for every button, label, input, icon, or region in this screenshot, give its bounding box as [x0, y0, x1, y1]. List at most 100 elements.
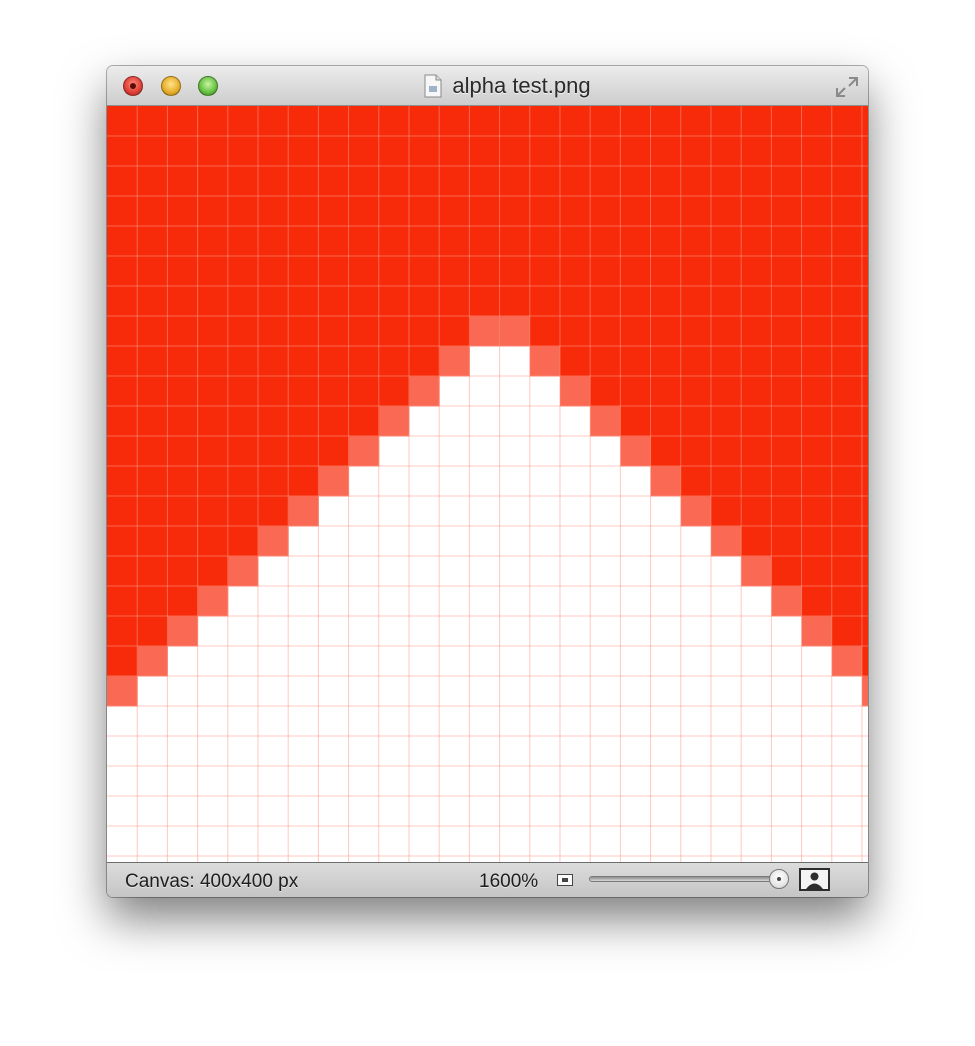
pixel-cell	[771, 586, 803, 617]
pixel-cell	[801, 526, 833, 557]
pixel-cell	[801, 376, 833, 407]
pixel-cell	[288, 136, 319, 167]
pixel-cell	[348, 376, 380, 407]
pixel-cell	[197, 346, 229, 377]
pixel-cell	[620, 286, 652, 317]
pixel-cell	[831, 196, 863, 227]
pixel-cell	[801, 196, 833, 227]
pixel-cell	[318, 406, 350, 437]
canvas-size-label: Canvas: 400x400 px	[125, 871, 299, 892]
pixel-cell	[741, 436, 772, 467]
pixel-cell	[801, 496, 833, 527]
pixel-cell	[831, 316, 863, 347]
pixel-cell	[348, 196, 380, 227]
image-large-icon[interactable]	[799, 868, 830, 891]
pixel-cell	[620, 346, 652, 377]
pixel-cell	[559, 196, 591, 227]
pixel-cell	[469, 166, 501, 197]
pixel-cell	[318, 136, 350, 167]
pixel-cell	[439, 106, 470, 137]
pixel-cell	[861, 256, 868, 287]
pixel-cell	[348, 136, 380, 167]
fullscreen-icon[interactable]	[834, 75, 860, 99]
pixel-cell	[710, 316, 742, 347]
pixel-cell	[137, 196, 168, 227]
pixel-cell	[499, 166, 531, 197]
pixel-cell	[107, 316, 138, 347]
pixel-cell	[771, 496, 803, 527]
pixel-cell	[288, 436, 319, 467]
pixel-cell	[439, 286, 470, 317]
pixel-cell	[741, 286, 772, 317]
pixel-cell	[861, 346, 868, 377]
pixel-cell	[710, 256, 742, 287]
zoom-slider-thumb[interactable]	[769, 869, 789, 889]
pixel-cell	[469, 196, 501, 227]
pixel-cell	[167, 466, 199, 497]
pixel-cell	[831, 556, 863, 587]
pixel-cell	[861, 496, 868, 527]
pixel-cell	[257, 376, 289, 407]
pixel-cell	[137, 616, 168, 647]
pixel-cell	[741, 196, 772, 227]
pixel-cell	[559, 226, 591, 257]
pixel-cell	[318, 196, 350, 227]
pixel-cell	[137, 106, 168, 137]
pixel-cell	[348, 346, 380, 377]
pixel-cell	[590, 226, 621, 257]
pixel-cell	[801, 316, 833, 347]
pixel-cell	[348, 316, 380, 347]
pixel-cell	[137, 406, 168, 437]
image-small-icon[interactable]	[557, 874, 573, 886]
pixel-cell	[348, 286, 380, 317]
pixel-cell	[650, 106, 682, 137]
pixel-cell	[499, 316, 531, 347]
pixel-cell	[771, 526, 803, 557]
pixel-cell	[861, 526, 868, 557]
pixel-cell	[771, 436, 803, 467]
pixel-cell	[710, 286, 742, 317]
pixel-cell	[197, 466, 229, 497]
pixel-cell	[831, 256, 863, 287]
pixel-cell	[167, 346, 199, 377]
pixel-cell	[650, 136, 682, 167]
pixel-cell	[408, 346, 440, 377]
pixel-cell	[620, 226, 652, 257]
pixel-cell	[408, 286, 440, 317]
statusbar: Canvas: 400x400 px 1600%	[107, 862, 868, 897]
pixel-cell	[831, 106, 863, 137]
pixel-cell	[710, 346, 742, 377]
pixel-cell	[318, 106, 350, 137]
pixel-cell	[741, 166, 772, 197]
pixel-cell	[801, 136, 833, 167]
pixel-cell	[227, 226, 259, 257]
pixel-cell	[348, 436, 380, 467]
pixel-cell	[348, 106, 380, 137]
pixel-cell	[680, 316, 712, 347]
pixel-cell	[741, 346, 772, 377]
pixel-cell	[741, 466, 772, 497]
pixel-cell	[378, 136, 410, 167]
zoom-slider[interactable]	[589, 876, 785, 882]
pixel-cell	[288, 286, 319, 317]
pixel-cell	[529, 286, 561, 317]
pixel-cell	[771, 316, 803, 347]
pixel-cell	[529, 196, 561, 227]
pixel-cell	[348, 226, 380, 257]
image-window: alpha test.png Canvas: 400x400 px 1600%	[107, 66, 868, 897]
image-canvas[interactable]	[107, 106, 868, 862]
pixel-cell	[378, 346, 410, 377]
pixel-cell	[227, 106, 259, 137]
pixel-cell	[318, 436, 350, 467]
pixel-cell	[167, 106, 199, 137]
titlebar[interactable]: alpha test.png	[107, 66, 868, 106]
pixel-cell	[620, 376, 652, 407]
pixel-cell	[257, 496, 289, 527]
pixel-cell	[771, 196, 803, 227]
pixel-cell	[197, 106, 229, 137]
pixel-cell	[710, 196, 742, 227]
pixel-cell	[620, 166, 652, 197]
pixel-cell	[861, 226, 868, 257]
pixel-cell	[710, 376, 742, 407]
pixel-cell	[318, 466, 350, 497]
